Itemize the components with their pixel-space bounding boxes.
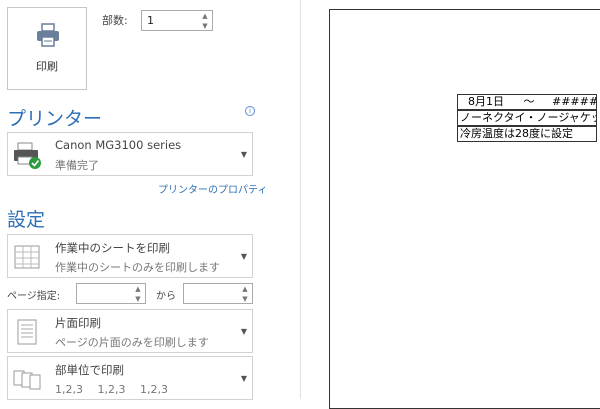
printer-section-title: プリンター (7, 108, 103, 130)
info-icon[interactable]: i (245, 106, 255, 116)
pages-label: ページ指定: (7, 291, 61, 302)
printer-status: 準備完了 (55, 159, 99, 172)
spin-up-icon[interactable]: ▲ (198, 11, 212, 21)
chevron-down-icon[interactable]: ▼ (241, 327, 247, 336)
chevron-down-icon[interactable]: ▼ (241, 252, 247, 261)
sides-select[interactable]: 片面印刷 ページの片面のみを印刷します ▼ (7, 309, 253, 353)
collate-title: 部単位で印刷 (55, 363, 124, 377)
preview-date: 8月1日 (468, 95, 504, 108)
page-from-spinner[interactable]: ▲ ▼ (131, 284, 145, 303)
spin-down-icon[interactable]: ▼ (198, 21, 212, 31)
pages-to-label: から (156, 291, 176, 302)
preview-hash: ##### (552, 95, 597, 108)
chevron-down-icon[interactable]: ▼ (241, 150, 247, 159)
printer-properties-link[interactable]: プリンターのプロパティ (158, 181, 267, 196)
print-what-title: 作業中のシートを印刷 (55, 241, 170, 255)
printer-name: Canon MG3100 series (55, 138, 182, 152)
collate-select[interactable]: 部単位で印刷 1,2,3 1,2,3 1,2,3 ▼ (7, 356, 253, 400)
page-from-input[interactable]: ▲ ▼ (76, 283, 146, 304)
printer-ready-icon (14, 142, 41, 169)
preview-page: 8月1日 ～ ##### ノーネクタイ・ノージャケット 冷房温度は28度に設定 (329, 9, 600, 409)
printer-icon (37, 23, 59, 47)
spin-up-icon[interactable]: ▲ (238, 284, 252, 294)
one-sided-page-icon (17, 319, 37, 345)
sides-title: 片面印刷 (55, 316, 101, 330)
copies-label: 部数: (102, 14, 128, 27)
page-to-spinner[interactable]: ▲ ▼ (238, 284, 252, 303)
collate-pages-icon (13, 370, 41, 390)
preview-row-temperature: 冷房温度は28度に設定 (457, 126, 597, 142)
print-button[interactable]: 印刷 (7, 7, 87, 90)
sides-subtitle: ページの片面のみを印刷します (55, 336, 209, 349)
print-what-select[interactable]: 作業中のシートを印刷 作業中のシートのみを印刷します ▼ (7, 234, 253, 278)
copies-spinner[interactable]: ▲ ▼ (198, 11, 212, 30)
spin-down-icon[interactable]: ▼ (131, 294, 145, 304)
collate-subtitle: 1,2,3 1,2,3 1,2,3 (55, 383, 168, 396)
settings-section-title: 設定 (7, 209, 46, 231)
print-preview-pane: 8月1日 ～ ##### ノーネクタイ・ノージャケット 冷房温度は28度に設定 (301, 0, 600, 409)
preview-row-date: 8月1日 ～ ##### (457, 94, 597, 110)
preview-row-dresscode: ノーネクタイ・ノージャケット (457, 110, 597, 126)
print-what-subtitle: 作業中のシートのみを印刷します (55, 261, 220, 274)
copies-value: 1 (147, 14, 154, 27)
printer-select[interactable]: Canon MG3100 series 準備完了 ▼ (7, 132, 253, 176)
sheet-grid-icon (14, 245, 40, 269)
spin-up-icon[interactable]: ▲ (131, 284, 145, 294)
copies-input[interactable]: 1 ▲ ▼ (141, 10, 213, 31)
page-to-input[interactable]: ▲ ▼ (183, 283, 253, 304)
preview-tilde: ～ (523, 95, 535, 108)
spin-down-icon[interactable]: ▼ (238, 294, 252, 304)
chevron-down-icon[interactable]: ▼ (241, 374, 247, 383)
print-button-label: 印刷 (36, 60, 58, 73)
print-settings-pane: 印刷 部数: 1 ▲ ▼ プリンター i Canon MG3100 series… (0, 0, 300, 400)
